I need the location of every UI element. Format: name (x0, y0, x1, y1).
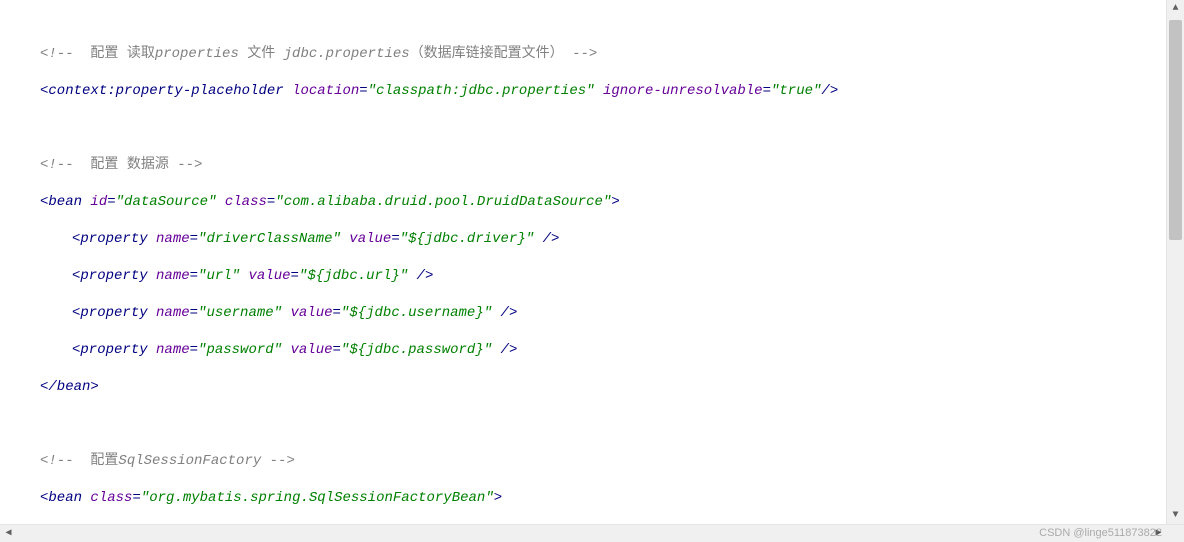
scroll-left-icon[interactable]: ◀ (0, 525, 17, 542)
scroll-right-icon[interactable]: ▶ (1150, 525, 1167, 542)
vertical-scrollbar-thumb[interactable] (1169, 20, 1182, 240)
code-block: <!-- 配置 读取properties 文件 jdbc.properties（… (0, 27, 1166, 525)
code-editor-viewport: <!-- 配置 读取properties 文件 jdbc.properties（… (0, 0, 1166, 524)
horizontal-scrollbar[interactable]: ◀ ▶ (0, 524, 1184, 542)
scroll-up-icon[interactable]: ▲ (1167, 0, 1184, 17)
scroll-down-icon[interactable]: ▼ (1167, 507, 1184, 524)
vertical-scrollbar[interactable]: ▲ ▼ (1166, 0, 1184, 524)
